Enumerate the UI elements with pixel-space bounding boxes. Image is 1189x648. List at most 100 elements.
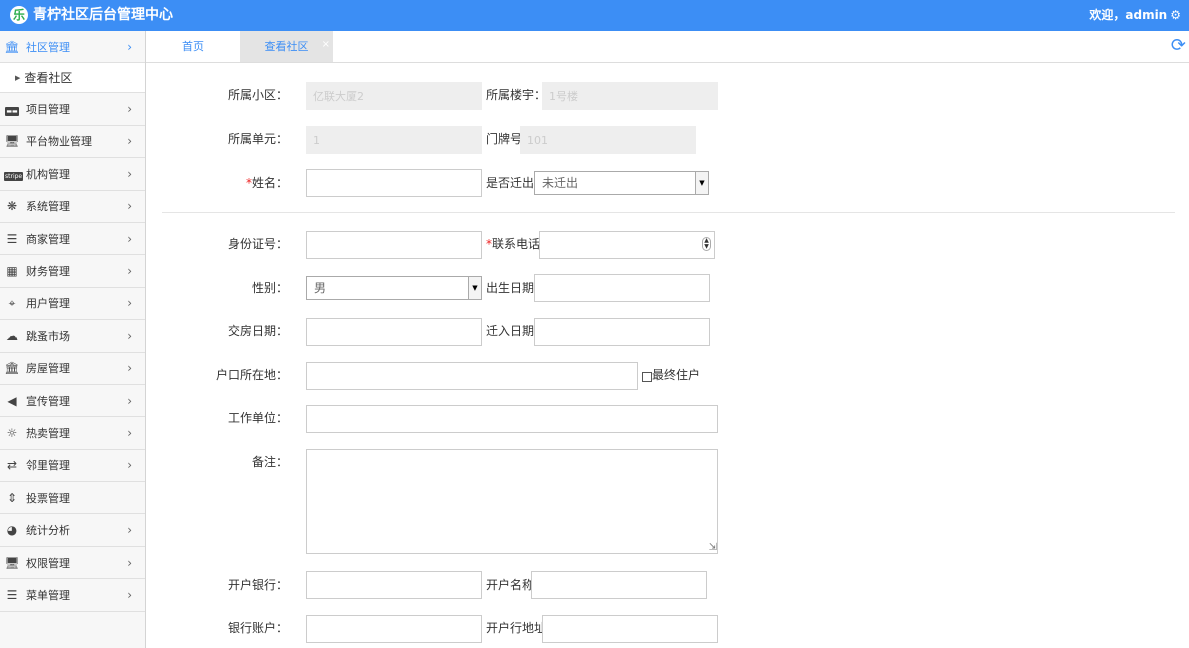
monitor-icon: 🖥 [4, 134, 20, 149]
top-bar: 乐 青柠社区后台管理中心 欢迎，admin ⚙ [0, 0, 1189, 31]
hukou-input[interactable] [306, 362, 638, 390]
sidebar-item-label: 机构管理 [26, 167, 70, 181]
name-input[interactable] [306, 169, 482, 197]
unit-label: 所属单元： [227, 132, 288, 146]
bank-account-label: 银行账户： [227, 621, 288, 635]
user-menu[interactable]: 欢迎，admin ⚙ [1089, 8, 1181, 22]
chevron-right-icon: › [127, 39, 132, 54]
chevron-right-icon: › [127, 134, 132, 149]
account-name-input[interactable] [531, 571, 707, 599]
moved-out-label: 是否迁出 [486, 176, 535, 190]
work-unit-input[interactable] [306, 405, 718, 433]
sidebar-item-label: 菜单管理 [26, 588, 70, 602]
bank-account-input[interactable] [306, 615, 482, 643]
sidebar-item-housing[interactable]: 🏛 房屋管理 › [0, 353, 145, 385]
chevron-right-icon: › [127, 555, 132, 570]
door-number-field [520, 126, 696, 154]
chevron-right-icon: › [127, 199, 132, 214]
chevron-right-icon: › [127, 523, 132, 538]
bank-address-input[interactable] [542, 615, 718, 643]
hukou-label: 户口所在地： [215, 368, 288, 382]
sidebar-item-permissions[interactable]: 🖥 权限管理 › [0, 547, 145, 580]
handover-date-label: 交房日期： [227, 324, 288, 338]
remark-field: ⇲ [306, 449, 718, 554]
sidebar-item-community[interactable]: 🏛 社区管理 › [0, 31, 145, 64]
sidebar-item-menus[interactable]: ☰ 菜单管理 › [0, 579, 145, 612]
name-label: *姓名： [245, 176, 288, 190]
chevron-right-icon: › [127, 166, 132, 181]
retweet-icon: ⇄ [6, 458, 18, 473]
sidebar-item-merchants[interactable]: ☰ 商家管理 › [0, 223, 145, 256]
remark-textarea[interactable] [306, 449, 718, 554]
list-icon: ☰ [6, 587, 18, 602]
card-icon: ▬▬ [5, 107, 19, 117]
sidebar-item-label: 平台物业管理 [26, 135, 92, 149]
tab-view-community[interactable]: 查看社区 × [240, 31, 333, 62]
idcard-label: 身份证号： [227, 237, 288, 251]
sidebar-item-label: 系统管理 [26, 200, 70, 214]
sidebar-item-system[interactable]: ❋ 系统管理 › [0, 191, 145, 223]
birth-date-input[interactable] [534, 274, 710, 302]
chevron-right-icon: › [127, 393, 132, 408]
resize-grip-icon[interactable]: ⇲ [709, 543, 717, 553]
sidebar-item-statistics[interactable]: ◕ 统计分析 › [0, 514, 145, 547]
sidebar-item-neighborhood[interactable]: ⇄ 邻里管理 › [0, 450, 145, 483]
refresh-icon[interactable]: ⟳ [1171, 37, 1186, 55]
crop-icon: ⌖ [8, 296, 16, 311]
app-title: 青柠社区后台管理中心 [33, 7, 173, 23]
sidebar-item-label: 财务管理 [26, 265, 70, 279]
pie-chart-icon: ◕ [6, 523, 18, 538]
volume-icon: ◀ [7, 393, 17, 408]
sidebar-item-users[interactable]: ⌖ 用户管理 › [0, 288, 145, 321]
stripe-icon: stripe [4, 171, 24, 181]
number-spinner-icon[interactable]: ▲ ▼ [702, 237, 711, 251]
final-resident-checkbox[interactable] [642, 372, 652, 382]
moved-out-select[interactable]: 未迁出 ▼ [534, 171, 709, 195]
chevron-right-icon: › [127, 587, 132, 602]
remark-label: 备注： [251, 455, 288, 469]
building-field [542, 82, 718, 110]
sidebar-item-organizations[interactable]: stripe 机构管理 › [0, 158, 145, 191]
chevron-right-icon: › [127, 264, 132, 279]
tab-label: 查看社区 [264, 40, 309, 53]
sidebar-item-label: 热卖管理 [26, 426, 70, 440]
sidebar-item-voting[interactable]: ⇕ 投票管理 [0, 482, 145, 515]
chevron-right-icon: › [127, 296, 132, 311]
sidebar-item-property[interactable]: 🖥 平台物业管理 › [0, 126, 145, 159]
account-name-label: 开户名称 [486, 578, 535, 592]
tab-home[interactable]: 首页 [146, 31, 240, 62]
chevron-down-icon: ▼ [468, 277, 481, 299]
chevron-right-icon: › [127, 361, 132, 376]
sidebar-item-label: 商家管理 [26, 232, 70, 246]
sidebar-item-finance[interactable]: ▦ 财务管理 › [0, 255, 145, 288]
gender-label: 性别： [251, 281, 288, 295]
sidebar-item-projects[interactable]: ▬▬ 项目管理 › [0, 93, 145, 126]
community-field [306, 82, 482, 110]
move-in-date-label: 迁入日期 [486, 324, 535, 338]
sidebar: 🏛 社区管理 › ▶ 查看社区 ▬▬ 项目管理 › 🖥 平台物业管理 › str… [0, 31, 146, 648]
sidebar-item-label: 投票管理 [26, 491, 70, 505]
chevron-right-icon: › [127, 328, 132, 343]
sidebar-item-hot-sale[interactable]: ☼ 热卖管理 › [0, 417, 145, 450]
close-icon[interactable]: × [322, 29, 330, 60]
sidebar-subitem-view-community[interactable]: ▶ 查看社区 [0, 63, 145, 94]
gender-select[interactable]: 男 ▼ [306, 276, 482, 300]
sidebar-item-label: 房屋管理 [26, 362, 70, 376]
sidebar-item-label: 跳蚤市场 [26, 329, 70, 343]
bank-label: 开户银行： [227, 578, 288, 592]
building-label: 所属楼宇： [486, 88, 547, 102]
sidebar-item-flea-market[interactable]: ☁ 跳蚤市场 › [0, 320, 145, 353]
door-label: 门牌号 [486, 132, 523, 146]
chevron-down-icon: ▼ [695, 172, 708, 194]
idcard-input[interactable] [306, 231, 482, 259]
bank-input[interactable] [306, 571, 482, 599]
birth-date-label: 出生日期 [486, 281, 535, 295]
pinwheel-icon: ❋ [6, 199, 18, 214]
sidebar-item-publicity[interactable]: ◀ 宣传管理 › [0, 385, 145, 418]
handover-date-input[interactable] [306, 318, 482, 346]
move-in-date-input[interactable] [534, 318, 710, 346]
chevron-right-icon: › [127, 458, 132, 473]
sort-icon: ⇕ [6, 490, 18, 505]
gear-icon[interactable]: ⚙ [1170, 8, 1181, 22]
phone-input[interactable] [539, 231, 715, 259]
